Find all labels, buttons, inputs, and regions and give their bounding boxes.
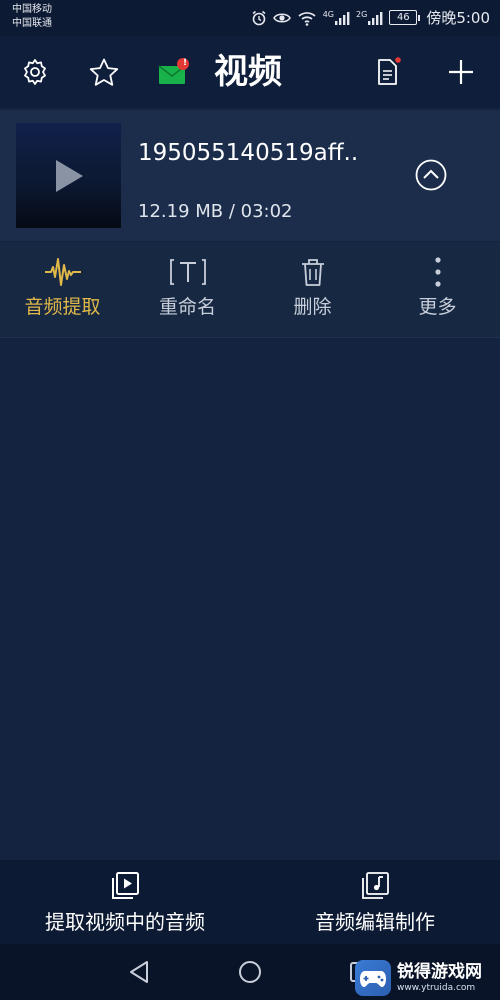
waveform-icon: [44, 258, 81, 286]
chevron-up-circle-icon: [415, 159, 447, 191]
watermark-url: www.ytruida.com: [397, 982, 476, 993]
add-button[interactable]: [443, 54, 479, 90]
home-button[interactable]: [234, 956, 266, 988]
network-type-2: 2G: [356, 9, 368, 19]
video-meta: 12.19 MB / 03:02: [138, 201, 293, 222]
carrier-info: 中国移动 中国联通: [12, 3, 52, 31]
battery-level: 46: [389, 10, 418, 25]
watermark: 锐得游戏网 www.ytruida.com: [355, 955, 500, 1000]
extract-audio-tab[interactable]: 提取视频中的音频: [0, 860, 250, 944]
favorites-button[interactable]: [86, 54, 122, 90]
more-action[interactable]: 更多: [375, 242, 500, 338]
back-button[interactable]: [123, 956, 155, 988]
extract-audio-action[interactable]: 音频提取: [0, 242, 125, 338]
action-row: 音频提取 重命名 删除 更多: [0, 242, 500, 338]
video-filename: 195055140519aff..: [138, 140, 359, 166]
mail-badge: !: [182, 58, 188, 68]
more-vertical-icon: [434, 257, 441, 287]
audio-edit-tab[interactable]: 音频编辑制作: [250, 860, 500, 944]
status-bar: 中国移动 中国联通 4G 2G 46 傍晚5:00: [0, 0, 500, 36]
more-label: 更多: [418, 296, 457, 318]
messages-button[interactable]: !: [155, 54, 191, 90]
battery-icon: 46: [389, 10, 421, 25]
plus-icon: [449, 60, 473, 84]
status-icons: 4G 2G 46 傍晚5:00: [251, 7, 490, 28]
eye-icon: [272, 11, 291, 25]
video-list-item[interactable]: 195055140519aff.. 12.19 MB / 03:02: [0, 110, 500, 241]
top-bar: ! 视频: [0, 36, 500, 108]
trash-icon: [301, 259, 324, 286]
bottom-bar: 提取视频中的音频 音频编辑制作: [0, 860, 500, 944]
text-bracket-icon: [169, 259, 206, 285]
document-button[interactable]: [369, 54, 405, 90]
delete-label: 删除: [293, 296, 332, 318]
play-icon: [55, 159, 83, 192]
video-thumbnail[interactable]: [16, 123, 121, 228]
network-type-1: 4G: [322, 9, 335, 19]
star-icon: [89, 58, 119, 86]
document-icon: [378, 57, 401, 85]
carrier-1: 中国移动: [12, 4, 52, 15]
music-library-icon: [362, 872, 389, 899]
page-title: 视频: [214, 52, 282, 92]
gamepad-logo-icon: [355, 959, 391, 996]
signal-2-icon: 2G: [356, 9, 383, 25]
back-triangle-icon: [130, 961, 148, 983]
rename-action[interactable]: 重命名: [125, 242, 250, 338]
alarm-icon: [251, 10, 267, 26]
delete-action[interactable]: 删除: [250, 242, 375, 338]
signal-1-icon: 4G: [322, 9, 350, 25]
watermark-title: 锐得游戏网: [397, 961, 482, 982]
audio-edit-tab-label: 音频编辑制作: [315, 910, 435, 934]
carrier-2: 中国联通: [12, 18, 52, 29]
video-library-icon: [112, 872, 139, 899]
clock: 傍晚5:00: [426, 9, 490, 27]
settings-button[interactable]: [17, 54, 53, 90]
home-circle-icon: [239, 961, 261, 983]
rename-label: 重命名: [158, 296, 216, 318]
wifi-icon: [297, 10, 317, 26]
extract-audio-label: 音频提取: [24, 296, 101, 318]
gear-icon: [24, 59, 46, 85]
extract-audio-tab-label: 提取视频中的音频: [45, 910, 205, 934]
collapse-button[interactable]: [414, 158, 448, 192]
